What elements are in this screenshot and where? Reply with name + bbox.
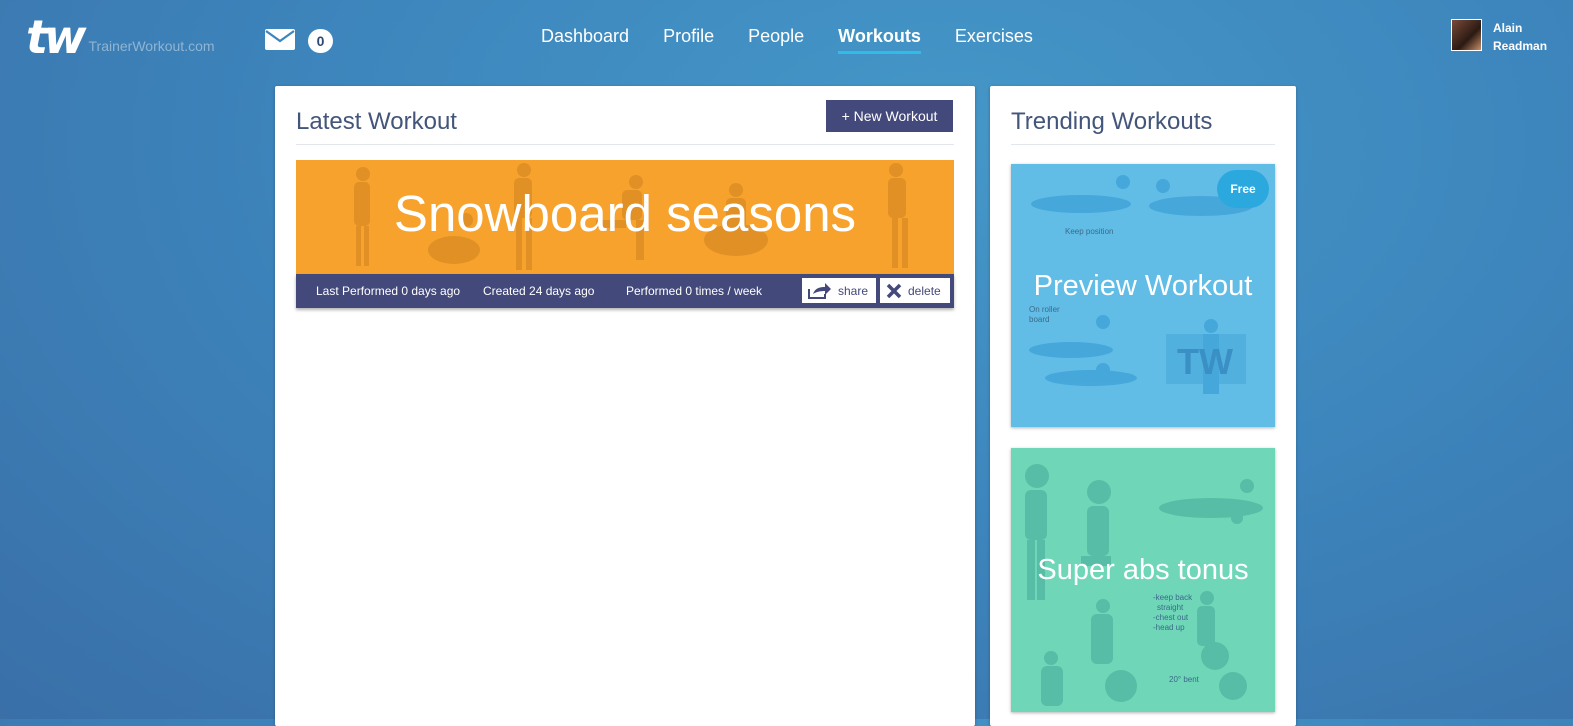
performed-frequency: Performed 0 times / week [626,284,763,298]
user-first-name: Alain [1493,21,1523,35]
logo-mark: tw [26,10,86,64]
workout-banner[interactable]: Snowboard seasons [296,160,954,274]
nav-dashboard[interactable]: Dashboard [541,26,629,54]
nav-profile[interactable]: Profile [663,26,714,54]
last-performed: Last Performed 0 days ago [316,284,461,298]
new-workout-button[interactable]: + New Workout [826,100,953,132]
created-date: Created 24 days ago [483,284,595,298]
trending-workouts-title: Trending Workouts [1011,108,1213,135]
svg-text:TW: TW [1177,341,1233,382]
workout-name: Snowboard seasons [393,185,857,242]
user-menu[interactable]: Alain Readman [1451,19,1547,55]
share-label: share [838,283,869,298]
tile-note: -keep back [1153,593,1193,602]
tile-note: On roller [1029,305,1060,314]
divider [1011,144,1275,145]
message-count-badge: 0 [308,29,333,53]
nav-workouts[interactable]: Workouts [838,26,921,54]
tile-note: -head up [1153,623,1185,632]
close-icon [886,283,902,298]
delete-label: delete [908,283,941,298]
tile-note: board [1029,315,1049,324]
nav-people[interactable]: People [748,26,804,54]
site-logo[interactable]: tw TrainerWorkout.com [26,14,215,60]
free-badge: Free [1217,170,1269,208]
tile-note: -chest out [1153,613,1189,622]
trending-workout-name: Preview Workout [1033,270,1253,302]
tile-note: Keep position [1065,227,1113,236]
avatar [1451,19,1482,51]
divider [296,144,954,145]
logo-text: TrainerWorkout.com [88,38,215,54]
tile-note: 20° bent [1169,675,1200,684]
latest-workout-card: Latest Workout + New Workout Snowboard s… [275,86,975,726]
trending-workout-name: Super abs tonus [1037,554,1249,586]
trending-workout-tile[interactable]: Keep position On roller board TW Free Pr… [1011,164,1275,427]
workout-stats-bar: Last Performed 0 days ago Created 24 day… [296,274,954,308]
trending-workout-tile[interactable]: -keep back straight -chest out -head up … [1011,448,1275,712]
tile-note: straight [1157,603,1184,612]
trending-workouts-card: Trending Workouts Keep position On rolle… [990,86,1296,726]
latest-workout-title: Latest Workout [296,108,457,135]
envelope-icon [265,29,295,50]
nav-exercises[interactable]: Exercises [955,26,1033,54]
user-last-name: Readman [1493,39,1548,53]
share-button[interactable]: share [802,278,876,303]
user-name: Alain Readman [1493,19,1547,55]
main-nav: Dashboard Profile People Workouts Exerci… [541,26,1033,54]
delete-button[interactable]: delete [880,278,950,303]
share-icon [808,282,831,299]
messages-button[interactable] [265,29,295,55]
